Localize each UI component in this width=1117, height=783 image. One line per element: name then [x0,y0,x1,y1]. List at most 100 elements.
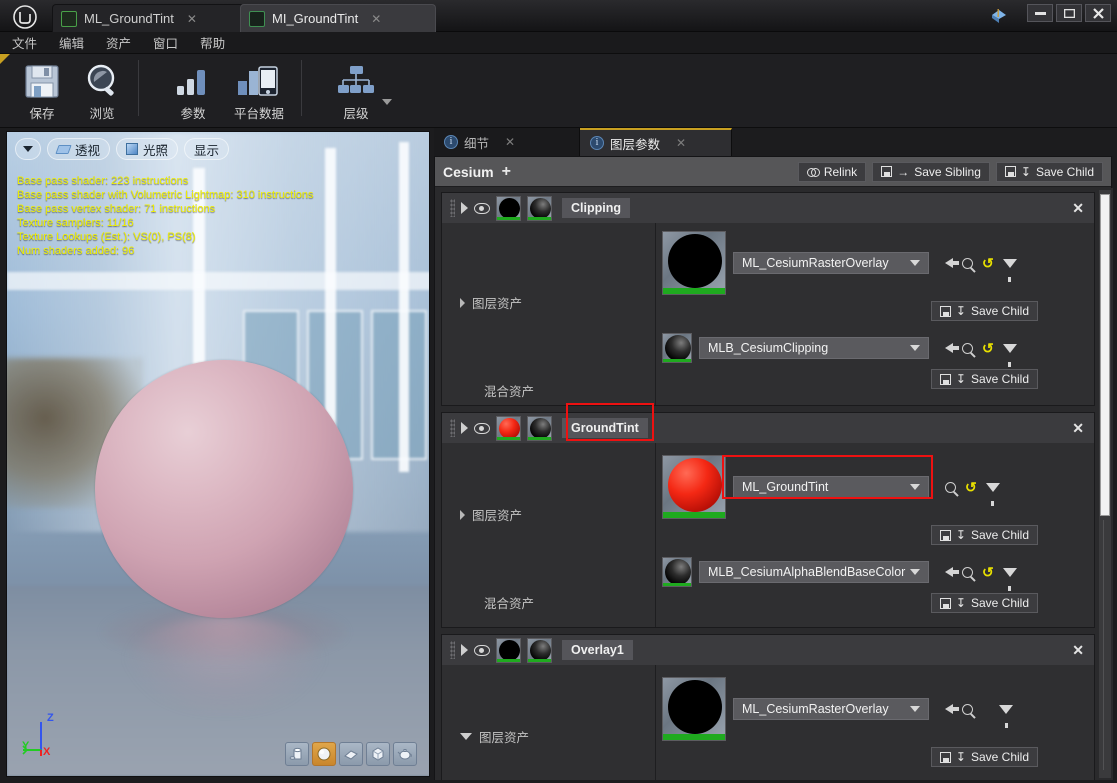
tab-layer-parameters-close-icon[interactable]: ✕ [676,136,686,150]
drag-handle-icon[interactable] [450,199,455,217]
layer-asset-combobox[interactable]: ML_GroundTint [733,476,929,498]
layers-scrollbar[interactable] [1099,190,1111,778]
blend-asset-thumbnail[interactable] [662,557,692,587]
layer-name-groundtint[interactable]: GroundTint [562,418,648,438]
reset-icon[interactable]: ↺ [982,565,994,579]
collapse-triangle-icon[interactable] [461,202,468,214]
material-preview-viewport[interactable]: 透视 光照 显示 Base pass shader: 223 instructi… [6,131,430,777]
layer-asset-row-label[interactable]: 图层资产 [460,727,529,746]
toolbar-browse-button[interactable]: 浏览 [72,60,132,122]
save-child-button[interactable]: ↧ Save Child [930,525,1038,545]
add-layer-icon[interactable]: + [502,163,511,180]
blend-asset-combobox[interactable]: MLB_CesiumAlphaBlendBaseColor [699,561,929,583]
cylinder-preview-button[interactable] [285,742,309,766]
save-child-button[interactable]: ↧ Save Child [930,747,1038,767]
drag-handle-icon[interactable] [450,419,455,437]
editor-tab-close-icon[interactable]: ✕ [371,13,381,25]
tab-layer-parameters[interactable]: i 图层参数 ✕ [580,128,732,156]
filter-icon[interactable] [1002,343,1017,367]
use-selected-icon[interactable] [945,704,959,714]
reset-icon[interactable]: ↺ [982,341,994,355]
expand-triangle-icon[interactable] [460,509,465,520]
browse-icon[interactable] [962,566,973,578]
viewport-lit-button[interactable]: 光照 [116,138,179,160]
browse-icon[interactable] [945,481,956,493]
scrollbar-thumb[interactable] [1100,194,1110,516]
collapse-triangle-icon[interactable] [461,644,468,656]
cube-preview-button[interactable] [366,742,390,766]
menu-item-asset[interactable]: 资产 [106,33,131,52]
browse-icon[interactable] [962,703,973,715]
layer-header-clipping[interactable]: Clipping ✕ [442,193,1094,223]
menu-item-file[interactable]: 文件 [12,33,37,52]
browse-icon[interactable] [962,257,973,269]
use-selected-icon[interactable] [945,343,959,353]
layer-thumbnail[interactable] [496,195,521,221]
remove-layer-icon[interactable]: ✕ [1072,420,1084,437]
editor-tab-ml-groundtint[interactable]: ML_GroundTint ✕ [52,4,244,32]
tab-details[interactable]: i 细节 ✕ [434,128,580,156]
drag-handle-icon[interactable] [450,641,455,659]
menu-item-help[interactable]: 帮助 [200,33,225,52]
blend-thumbnail[interactable] [527,415,552,441]
layer-asset-thumbnail[interactable] [662,231,726,295]
remove-layer-icon[interactable]: ✕ [1072,200,1084,217]
filter-icon[interactable] [1002,567,1017,591]
layer-thumbnail[interactable] [496,637,521,663]
filter-icon[interactable] [985,482,1000,506]
blend-thumbnail[interactable] [527,637,552,663]
toolbar-platform-stats-button[interactable]: 平台数据 [223,60,295,122]
toolbar-hierarchy-button[interactable]: 层级 [326,60,386,122]
menu-item-edit[interactable]: 编辑 [59,33,84,52]
layer-asset-combobox[interactable]: ML_CesiumRasterOverlay [733,698,929,720]
close-button[interactable] [1085,4,1111,22]
sphere-preview-button[interactable] [312,742,336,766]
editor-tab-close-icon[interactable]: ✕ [187,13,197,25]
blend-asset-thumbnail[interactable] [662,333,692,363]
save-child-button[interactable]: ↧ Save Child [930,593,1038,613]
menu-item-window[interactable]: 窗口 [153,33,178,52]
layer-asset-row-label[interactable]: 图层资产 [460,293,522,312]
visibility-eye-icon[interactable] [474,202,490,214]
tab-details-close-icon[interactable]: ✕ [505,135,515,149]
save-child-button[interactable]: ↧ Save Child [930,301,1038,321]
layer-asset-thumbnail[interactable] [662,455,726,519]
filter-icon[interactable] [1002,258,1017,282]
save-child-button[interactable]: ↧ Save Child [995,161,1103,182]
viewport-perspective-button[interactable]: 透视 [47,138,111,160]
remove-layer-icon[interactable]: ✕ [1072,642,1084,659]
blend-asset-combobox[interactable]: MLB_CesiumClipping [699,337,929,359]
use-selected-icon[interactable] [945,258,959,268]
viewport-show-button[interactable]: 显示 [184,138,230,160]
plane-preview-button[interactable] [339,742,363,766]
viewport-options-button[interactable] [15,138,41,160]
reset-icon[interactable]: ↺ [982,256,994,270]
filter-icon[interactable] [999,704,1013,728]
layer-thumbnail[interactable] [496,415,521,441]
browse-icon[interactable] [962,342,973,354]
visibility-eye-icon[interactable] [474,644,490,656]
collapse-triangle-icon[interactable] [461,422,468,434]
preview-sphere-mesh[interactable] [95,360,353,618]
layer-asset-thumbnail[interactable] [662,677,726,741]
use-selected-icon[interactable] [945,567,959,577]
maximize-button[interactable] [1056,4,1082,22]
save-sibling-button[interactable]: → Save Sibling [872,161,990,182]
layer-asset-combobox[interactable]: ML_CesiumRasterOverlay [733,252,929,274]
minimize-button[interactable] [1027,4,1053,22]
layer-name-clipping[interactable]: Clipping [562,198,630,218]
layer-asset-row-label[interactable]: 图层资产 [460,505,522,524]
toolbar-parameters-button[interactable]: 参数 [163,60,223,122]
blend-thumbnail[interactable] [527,195,552,221]
save-child-button[interactable]: ↧ Save Child [930,369,1038,389]
reset-icon[interactable]: ↺ [965,480,977,494]
toolbar-save-button[interactable]: 保存 [12,60,72,122]
relink-button[interactable]: Relink [797,161,867,182]
expand-triangle-icon[interactable] [460,297,465,308]
layer-header-overlay1[interactable]: Overlay1 ✕ [442,635,1094,665]
layers-list[interactable]: Clipping ✕ 图层资产 混合资产 ML_CesiumRasterOver… [435,188,1113,780]
collapse-triangle-icon[interactable] [460,733,472,740]
editor-tab-mi-groundtint[interactable]: MI_GroundTint ✕ [240,4,436,32]
teapot-preview-button[interactable] [393,742,417,766]
visibility-eye-icon[interactable] [474,422,490,434]
